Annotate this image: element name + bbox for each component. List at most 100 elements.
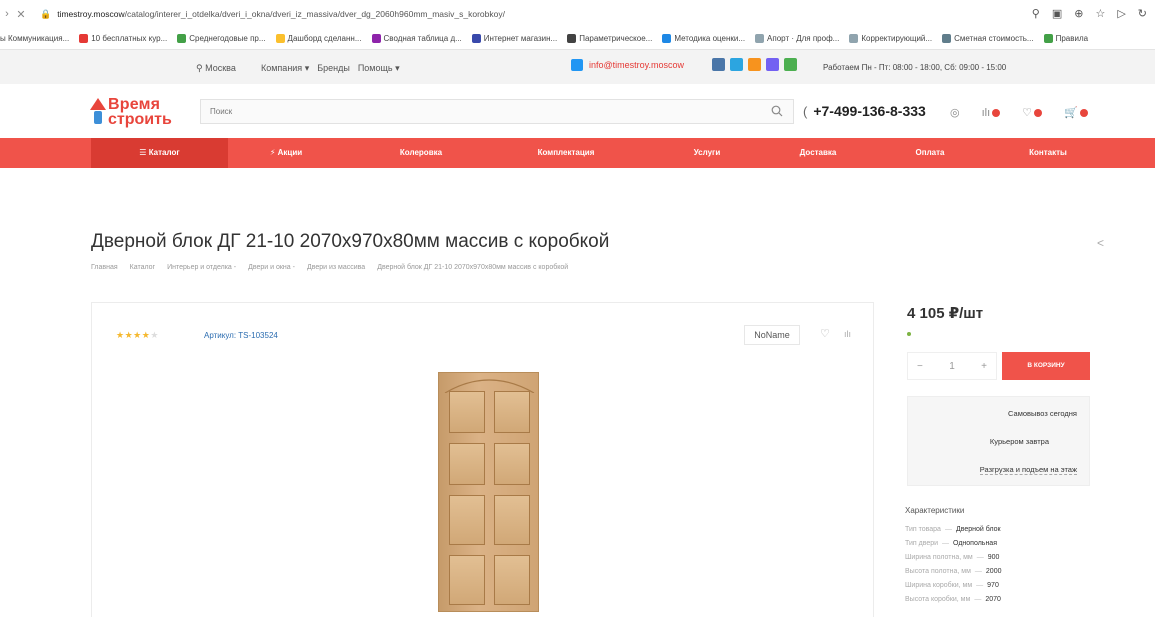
top-menu-brands[interactable]: Бренды [317, 63, 350, 74]
bookmark-item[interactable]: Сметная стоимость... [942, 34, 1034, 43]
lock-icon: 🔒 [40, 8, 52, 19]
quantity-decrease-button[interactable]: − [917, 361, 923, 372]
bookmark-label: Параметрическое... [579, 34, 653, 43]
quantity-value[interactable]: 1 [949, 361, 955, 372]
product-sku: Артикул: TS-103524 [204, 331, 278, 340]
characteristic-row: Высота полотна, мм —2000 [905, 568, 1105, 582]
bookmark-item[interactable]: Апорт · Для проф... [755, 34, 839, 43]
nav-tinting[interactable]: Колеровка [363, 138, 479, 168]
bookmark-label: Интернет магазин... [483, 34, 558, 43]
play-icon[interactable]: ▷ [1117, 7, 1125, 20]
star-icon[interactable]: ★ [150, 330, 159, 340]
nav-delivery[interactable]: Доставка [760, 138, 876, 168]
cart-button[interactable]: 🛒 [1064, 106, 1088, 119]
delivery-pickup[interactable]: Самовывоз сегодня [1008, 409, 1077, 418]
city-selector[interactable]: ⚲ Москва [196, 63, 236, 74]
account-icon[interactable]: ◎ [950, 106, 960, 119]
bookmark-item[interactable]: Среднегодовые пр... [177, 34, 266, 43]
bookmark-item[interactable]: Сводная таблица д... [371, 34, 462, 43]
extension-icon[interactable]: ⊕ [1074, 7, 1083, 20]
url-field[interactable]: timestroy.moscow/catalog/interer_i_otdel… [57, 9, 505, 19]
bookmark-item[interactable]: Параметрическое... [567, 34, 652, 43]
page-title: Дверной блок ДГ 21-10 2070x970x80мм масс… [91, 231, 610, 252]
star-icon[interactable]: ★ [133, 330, 142, 340]
nav-services[interactable]: Услуги [649, 138, 765, 168]
social-links [712, 58, 797, 71]
wishlist-heart-icon[interactable]: ♡ [820, 327, 830, 340]
breadcrumb-home[interactable]: Главная [91, 264, 118, 271]
nav-payment[interactable]: Оплата [872, 138, 988, 168]
bookmark-item[interactable]: Интернет магазин... [471, 34, 558, 43]
social-icon[interactable] [748, 58, 761, 71]
characteristic-key: Высота коробки, мм [905, 596, 971, 603]
key-icon[interactable]: ⚲ [1032, 7, 1040, 20]
search-input[interactable] [201, 100, 741, 123]
back-icon[interactable]: › [0, 8, 14, 20]
bookmark-label: 10 бесплатных кур... [91, 34, 168, 43]
social-icon[interactable] [712, 58, 725, 71]
rating-stars[interactable]: ★★★★★ [116, 330, 159, 341]
compare-bars-icon[interactable]: ılı [844, 329, 851, 339]
star-icon[interactable]: ★ [116, 330, 125, 340]
nav-promotions[interactable]: ⚡ Акции [228, 138, 344, 168]
characteristic-row: Ширина полотна, мм —900 [905, 554, 1105, 568]
bookmark-item[interactable]: Правила [1043, 34, 1089, 43]
bookmark-item[interactable]: 10 бесплатных кур... [79, 34, 167, 43]
logo-mark-icon [90, 98, 106, 124]
characteristic-value: 900 [987, 554, 1000, 561]
characteristics-title: Характеристики [905, 506, 965, 515]
nav-equipment[interactable]: Комплектация [508, 138, 624, 168]
bookmark-item[interactable]: Методика оценки... [662, 34, 745, 43]
phone-icon: ( [803, 103, 808, 119]
nav-catalog[interactable]: ☰ Каталог [91, 138, 228, 168]
door-panel [449, 443, 485, 485]
search-box [200, 99, 794, 124]
breadcrumb-current: Дверной блок ДГ 21-10 2070х970х80мм масс… [377, 264, 569, 271]
social-icon[interactable] [766, 58, 779, 71]
wishlist-button[interactable]: ♡ [1022, 106, 1043, 119]
search-icon[interactable] [771, 105, 783, 117]
bookmark-label: ы Коммуникация... [0, 34, 70, 43]
door-panel [494, 495, 530, 545]
bookmark-favicon-icon [177, 34, 187, 43]
social-icon[interactable] [730, 58, 743, 71]
email-link[interactable]: info@timestroy.moscow [571, 59, 684, 71]
phone-number[interactable]: ( +7-499-136-8-333 [803, 103, 926, 119]
delivery-courier[interactable]: Курьером завтра [990, 437, 1049, 446]
bookmark-item[interactable]: ы Коммуникация... [0, 34, 69, 43]
bookmark-item[interactable]: Дашборд сделанн... [275, 34, 362, 43]
characteristic-row: Высота коробки, мм —2070 [905, 596, 1105, 610]
product-image[interactable] [438, 372, 539, 612]
breadcrumb-solid-doors[interactable]: Двери из массива [307, 264, 365, 271]
quantity-increase-button[interactable]: + [981, 361, 987, 372]
characteristic-key: Ширина коробки, мм [905, 582, 973, 589]
bookmark-favicon-icon [755, 34, 765, 43]
bookmark-favicon-icon [79, 34, 89, 43]
top-menu-help[interactable]: Помощь ▾ [358, 63, 400, 74]
social-icon[interactable] [784, 58, 797, 71]
top-menu-company[interactable]: Компания ▾ [261, 63, 309, 74]
characteristic-key: Высота полотна, мм [905, 568, 971, 575]
brand-badge[interactable]: NoName [744, 325, 800, 345]
nav-contacts[interactable]: Контакты [990, 138, 1106, 168]
bookmark-label: Правила [1055, 34, 1089, 43]
breadcrumb-catalog[interactable]: Каталог [130, 264, 155, 271]
breadcrumb-interior[interactable]: Интерьер и отделка - [167, 264, 236, 271]
heart-icon: ♡ [1022, 107, 1033, 119]
compare-button[interactable]: ılı [982, 107, 1001, 119]
compare-icon: ılı [981, 106, 991, 119]
bookmark-item[interactable]: Корректирующий... [849, 34, 932, 43]
characteristic-row: Тип товара — Дверной блок [905, 526, 1105, 540]
refresh-icon[interactable]: ↻ [1138, 7, 1147, 20]
characteristic-separator: — [976, 582, 984, 589]
star-icon[interactable]: ★ [125, 330, 134, 340]
share-icon[interactable]: < [1097, 236, 1104, 250]
reader-icon[interactable]: ▣ [1052, 7, 1062, 20]
add-to-cart-button[interactable]: В КОРЗИНУ [1002, 352, 1090, 380]
favorite-icon[interactable]: ☆ [1095, 7, 1105, 20]
site-logo[interactable]: Время строить [90, 96, 180, 128]
breadcrumb-doors-windows[interactable]: Двери и окна - [248, 264, 295, 271]
characteristic-key: Ширина полотна, мм [905, 554, 973, 561]
delivery-unloading[interactable]: Разгрузка и подъем на этаж [979, 465, 1077, 475]
close-icon[interactable]: ✕ [14, 8, 28, 21]
